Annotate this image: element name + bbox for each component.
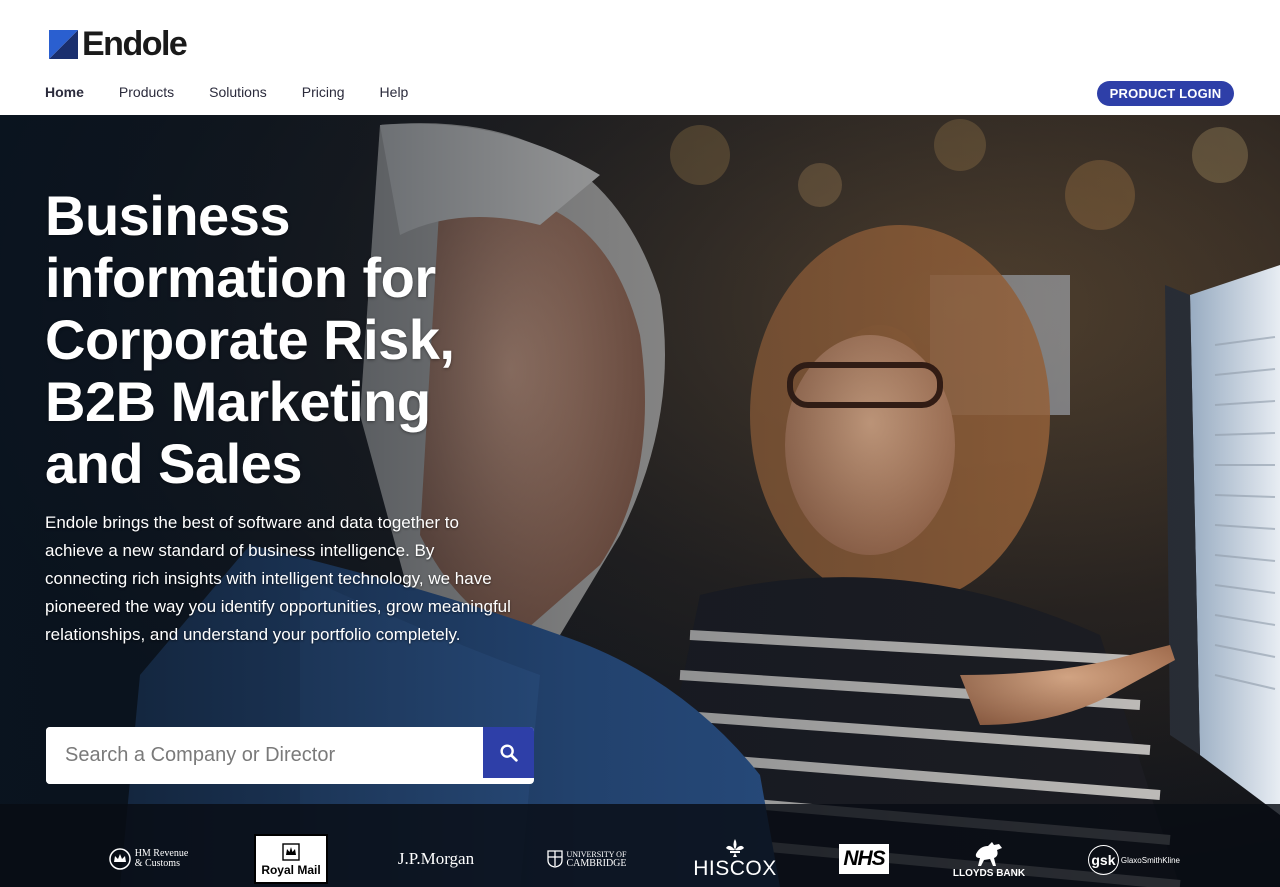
crest-icon	[547, 850, 564, 868]
client-logo-text: NHS	[843, 847, 885, 870]
hero-title-line: and Sales	[45, 432, 302, 495]
logo-mark-icon	[49, 29, 78, 59]
search-icon	[499, 743, 518, 762]
crown-icon	[282, 842, 300, 861]
client-logo-text: J.P.Morgan	[397, 849, 475, 868]
hero-title-line: Corporate Risk,	[45, 308, 455, 371]
client-logo-royal-mail: Royal Mail	[254, 834, 328, 884]
client-logos-strip: HM Revenue & Customs Royal Mail J.P.Morg…	[0, 804, 1280, 887]
site-header: Endole Home Products Solutions Pricing H…	[0, 0, 1280, 115]
client-logo-cambridge: UNIVERSITY OF CAMBRIDGE	[542, 849, 632, 869]
client-logo-text: & Customs	[134, 858, 180, 869]
client-logo-lloyds-bank: LLOYDS BANK	[948, 838, 1030, 882]
client-logo-hiscox: HISCOX	[692, 838, 778, 880]
gsk-badge: gsk	[1088, 845, 1119, 875]
nav-item-home[interactable]: Home	[45, 84, 84, 101]
client-logo-text: LLOYDS BANK	[952, 868, 1026, 879]
hero-title-line: B2B Marketing	[45, 370, 431, 433]
client-logo-jpmorgan: J.P.Morgan	[390, 847, 482, 871]
client-logo-hmrc: HM Revenue & Customs	[102, 847, 194, 871]
endole-logo[interactable]: Endole	[49, 25, 188, 63]
client-logo-nhs: NHS	[839, 844, 889, 874]
horse-icon	[975, 842, 1002, 866]
client-logo-text: GlaxoSmithKline	[1120, 855, 1180, 865]
client-logo-text: gsk	[1091, 852, 1116, 868]
logo-text: Endole	[82, 25, 188, 63]
hero-description: Endole brings the best of software and d…	[45, 513, 511, 644]
hero-title-line: Business	[45, 184, 291, 247]
hero-title-line: information for	[45, 246, 436, 309]
nav-item-solutions[interactable]: Solutions	[209, 84, 267, 101]
nav-item-products[interactable]: Products	[119, 84, 174, 101]
product-login-button[interactable]: PRODUCT LOGIN	[1097, 81, 1234, 106]
client-logo-gsk: gsk GlaxoSmithKline	[1088, 844, 1180, 876]
company-search-form	[46, 727, 534, 784]
client-logo-text: CAMBRIDGE	[566, 858, 627, 869]
hero-section: Business information for Corporate Risk,…	[0, 115, 1280, 887]
client-logo-text: HISCOX	[693, 857, 777, 880]
search-button[interactable]	[483, 727, 534, 778]
hero-title: Business information for Corporate Risk,…	[45, 185, 565, 495]
client-logo-text: Royal Mail	[261, 862, 321, 877]
nav-item-help[interactable]: Help	[380, 84, 409, 101]
fleur-de-lis-icon	[726, 839, 744, 857]
crown-icon	[108, 848, 131, 870]
main-nav: Home Products Solutions Pricing Help	[45, 84, 443, 101]
search-input[interactable]	[46, 727, 483, 784]
nav-item-pricing[interactable]: Pricing	[302, 84, 345, 101]
